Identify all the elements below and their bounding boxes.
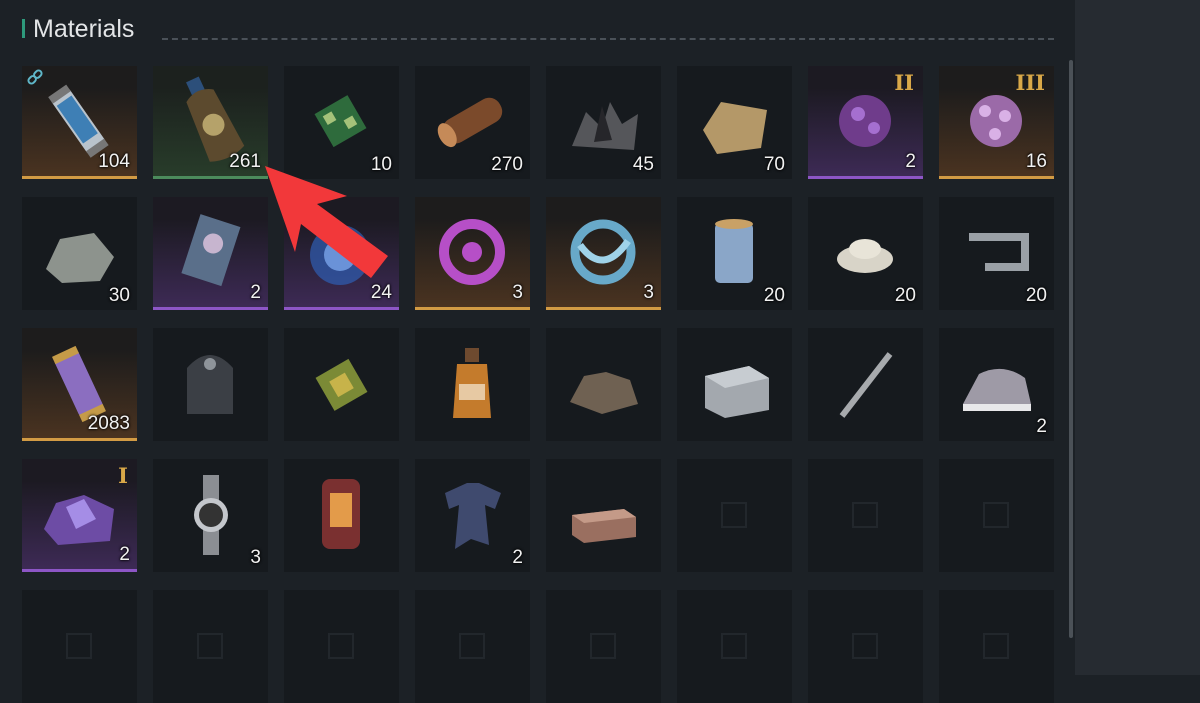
empty-slot[interactable] [153, 590, 268, 703]
material-slot-metal-clip[interactable]: 20 [939, 197, 1054, 310]
armor-shell-icon [187, 355, 233, 414]
metal-crate-icon [705, 366, 769, 418]
empty-slot-frame [590, 633, 616, 659]
item-quantity: 3 [643, 282, 654, 303]
empty-slot[interactable] [808, 459, 923, 572]
empty-slot-frame [721, 502, 747, 528]
leather-block-icon [572, 509, 636, 543]
microchip-icon [315, 358, 368, 411]
material-slot-armor-shell[interactable] [153, 328, 268, 441]
item-quantity: 20 [1025, 285, 1047, 306]
scrollbar[interactable] [1069, 60, 1073, 638]
empty-slot-frame [459, 633, 485, 659]
item-quantity: 104 [98, 151, 130, 172]
header-accent-bar [22, 19, 25, 38]
material-slot-specimen-card[interactable]: 2 [153, 197, 268, 310]
empty-slot[interactable] [808, 590, 923, 703]
empty-slot[interactable] [677, 459, 792, 572]
item-quantity: 2 [250, 282, 261, 303]
rank-label: II [894, 70, 914, 95]
item-quantity: 30 [108, 285, 130, 306]
material-slot-leather-block[interactable] [546, 459, 661, 572]
material-slot-clothes-iron[interactable]: 2 [939, 328, 1054, 441]
material-slot-scrap-pile[interactable] [546, 328, 661, 441]
empty-slot[interactable] [22, 590, 137, 703]
empty-slot-frame [721, 633, 747, 659]
material-slot-bottle-capsule[interactable]: 104 [22, 66, 137, 179]
section-title: Materials [33, 15, 135, 43]
item-quantity: 20 [894, 285, 916, 306]
material-slot-purple-lattice[interactable]: 3 [415, 197, 530, 310]
item-quantity: 70 [763, 154, 785, 175]
item-quantity: 20 [763, 285, 785, 306]
material-slot-metal-crate[interactable] [677, 328, 792, 441]
empty-slot-frame [197, 633, 223, 659]
material-slot-wristwatch[interactable]: 3 [153, 459, 268, 572]
item-quantity: 3 [250, 547, 261, 568]
item-quantity: 2 [119, 544, 130, 565]
material-slot-blue-bodysuit[interactable]: 2 [415, 459, 530, 572]
red-arrow-icon [265, 166, 388, 278]
item-quantity: 45 [632, 154, 654, 175]
material-slot-metal-pen[interactable] [808, 328, 923, 441]
item-quantity: 2 [512, 547, 523, 568]
material-slot-blue-knot[interactable]: 3 [546, 197, 661, 310]
item-quantity: 16 [1025, 151, 1047, 172]
scrap-pile-icon [570, 372, 638, 414]
empty-slot-frame [983, 633, 1009, 659]
item-quantity: 3 [512, 282, 523, 303]
material-slot-purple-capsule[interactable]: 2083 [22, 328, 137, 441]
item-quantity: 2 [1036, 416, 1047, 437]
section-header: Materials [20, 14, 1054, 44]
empty-slot-frame [328, 633, 354, 659]
material-slot-spiked-spore-orb[interactable]: III 16 [939, 66, 1054, 179]
material-slot-wood-log[interactable]: 270 [415, 66, 530, 179]
empty-slot-frame [66, 633, 92, 659]
material-slot-dark-crystal-ore[interactable]: 45 [546, 66, 661, 179]
red-heater-icon [322, 479, 360, 549]
material-slot-red-heater[interactable] [284, 459, 399, 572]
empty-slot[interactable] [939, 590, 1054, 703]
header-divider [162, 38, 1054, 40]
material-slot-cloth-scrap[interactable]: 70 [677, 66, 792, 179]
empty-slot-frame [852, 633, 878, 659]
material-slot-microchip[interactable] [284, 328, 399, 441]
material-slot-grey-stone[interactable]: 30 [22, 197, 137, 310]
empty-slot-frame [852, 502, 878, 528]
empty-slot[interactable] [677, 590, 792, 703]
link-icon [27, 69, 43, 85]
material-slot-purple-spore-orb[interactable]: II 2 [808, 66, 923, 179]
material-slot-fiber-spool[interactable]: 20 [677, 197, 792, 310]
item-quantity: 2 [905, 151, 916, 172]
empty-slot[interactable] [415, 590, 530, 703]
medicine-bottle-icon [453, 348, 491, 418]
side-panel [1075, 0, 1200, 675]
empty-slot[interactable] [546, 590, 661, 703]
material-slot-white-granules[interactable]: 20 [808, 197, 923, 310]
metal-pen-icon [839, 352, 893, 418]
empty-slot[interactable] [284, 590, 399, 703]
rank-label: III [1015, 70, 1045, 95]
item-quantity: 2083 [87, 413, 130, 434]
material-slot-violet-ore[interactable]: I2 [22, 459, 137, 572]
material-slot-medicine-bottle[interactable] [415, 328, 530, 441]
empty-slot-frame [983, 502, 1009, 528]
material-slot-chemical-bottle[interactable]: 261 [153, 66, 268, 179]
rank-label: I [118, 463, 128, 488]
item-quantity: 270 [491, 154, 523, 175]
empty-slot[interactable] [939, 459, 1054, 572]
item-quantity: 24 [370, 282, 392, 303]
